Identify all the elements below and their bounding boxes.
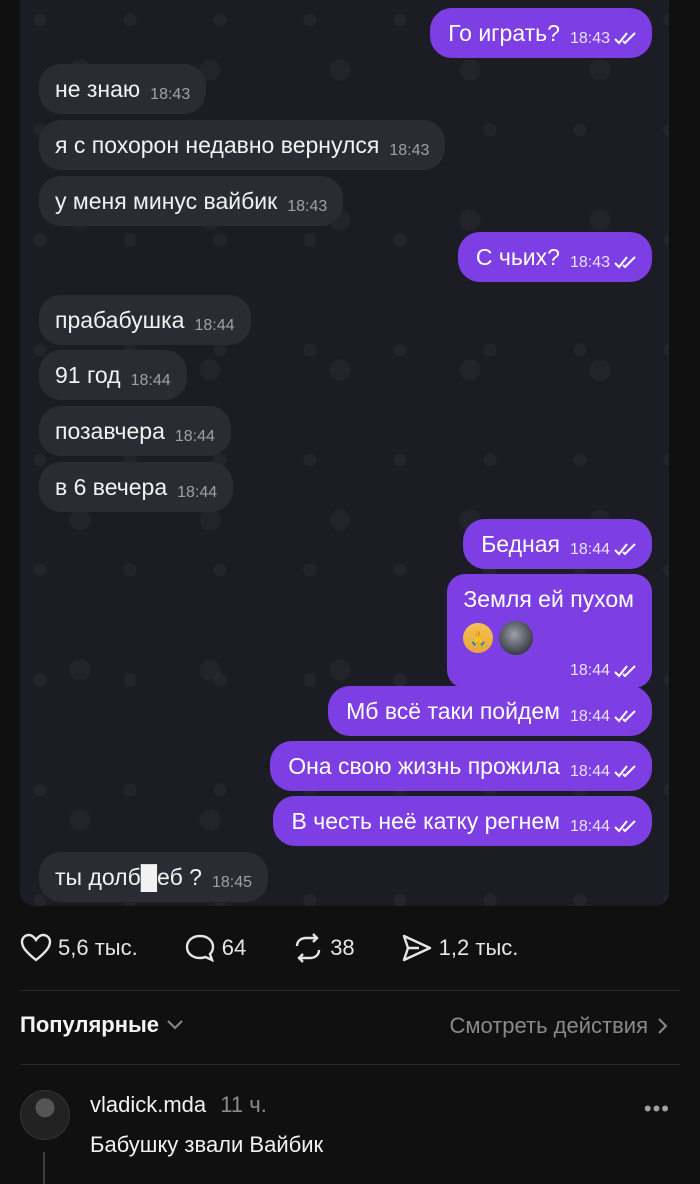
- comment-icon: [185, 934, 214, 963]
- message-text: Бедная: [481, 530, 560, 557]
- double-check-icon: [614, 819, 638, 833]
- message-outgoing: В честь неё катку регнем 18:44: [273, 796, 652, 846]
- message-text: В честь неё катку регнем: [291, 807, 560, 834]
- message-incoming: в 6 вечера 18:44: [39, 462, 234, 512]
- sort-label: Популярные: [20, 1012, 160, 1037]
- message-text: Она свою жизнь прожила: [288, 752, 560, 779]
- double-check-icon: [614, 255, 638, 269]
- message-time: 18:44: [174, 428, 215, 445]
- message-incoming: я с похорон недавно вернулся 18:43: [39, 120, 446, 170]
- comment-text: Бабушку звали Вайбик: [90, 1132, 324, 1157]
- post-actions-bar: 5,6 тыс. 64 38 1,2 тыс.: [20, 928, 564, 968]
- double-check-icon: [614, 709, 638, 723]
- like-button[interactable]: 5,6 тыс.: [20, 933, 138, 963]
- divider: [20, 1064, 680, 1065]
- message-time: 18:44: [569, 662, 610, 679]
- repost-icon: [295, 933, 321, 963]
- message-outgoing: Бедная 18:44: [463, 519, 652, 569]
- message-time: 18:45: [211, 874, 252, 891]
- message-outgoing: Го играть? 18:43: [430, 8, 652, 58]
- message-text: 91 год: [55, 361, 121, 388]
- message-outgoing: С чьих? 18:43: [457, 232, 652, 282]
- more-options-icon[interactable]: •••: [644, 1096, 670, 1122]
- message-incoming: не знаю 18:43: [39, 64, 207, 114]
- share-count: 1,2 тыс.: [438, 935, 519, 960]
- comment-time: 11 ч.: [220, 1092, 267, 1117]
- chat-screenshot: Го играть? 18:43 не знаю 18:43 я с похор…: [20, 0, 669, 906]
- message-time: 18:44: [569, 763, 610, 780]
- comment-count: 64: [221, 935, 247, 960]
- sticker-emoji-icon: [499, 621, 534, 655]
- like-count: 5,6 тыс.: [58, 935, 138, 960]
- repost-button[interactable]: 38: [292, 933, 355, 963]
- message-incoming: ты долб█еб ? 18:45: [39, 852, 268, 902]
- message-outgoing: Мб всё таки пойдем 18:44: [328, 686, 652, 736]
- comment-header: vladick.mda 11 ч.: [90, 1092, 267, 1118]
- see-actions-label: Смотреть действия: [449, 1013, 648, 1038]
- comment-button[interactable]: 64: [184, 933, 246, 963]
- message-incoming: у меня минус вайбик 18:43: [39, 176, 344, 226]
- message-text: позавчера: [55, 417, 165, 444]
- message-time: 18:44: [569, 541, 610, 558]
- message-text: Мб всё таки пойдем: [346, 697, 560, 724]
- comments-sort-dropdown[interactable]: Популярные: [20, 1012, 183, 1038]
- message-time: 18:44: [194, 317, 235, 334]
- message-text: в 6 вечера: [55, 473, 168, 500]
- message-time: 18:43: [569, 30, 610, 47]
- message-time: 18:43: [389, 142, 430, 159]
- heart-icon: [20, 933, 52, 962]
- message-time: 18:44: [569, 818, 610, 835]
- repost-count: 38: [330, 935, 355, 960]
- pray-emoji-icon: 🙏: [463, 623, 494, 653]
- message-time: 18:44: [569, 708, 610, 725]
- message-text: у меня минус вайбик: [55, 187, 278, 214]
- message-time: 18:44: [177, 484, 218, 501]
- message-time: 18:44: [130, 372, 171, 389]
- message-text: Го играть?: [448, 19, 560, 46]
- double-check-icon: [614, 542, 638, 556]
- double-check-icon: [614, 664, 638, 678]
- send-icon: [402, 934, 431, 962]
- message-incoming: 91 год 18:44: [39, 350, 187, 400]
- message-outgoing: Она свою жизнь прожила 18:44: [270, 741, 652, 791]
- message-incoming: прабабушка 18:44: [39, 295, 251, 345]
- see-actions-link[interactable]: Смотреть действия: [449, 1013, 668, 1039]
- message-time: 18:43: [150, 86, 191, 103]
- double-check-icon: [614, 764, 638, 778]
- message-incoming: позавчера 18:44: [39, 406, 231, 456]
- double-check-icon: [614, 31, 638, 45]
- message-text: С чьих?: [475, 243, 560, 270]
- message-text: я с похорон недавно вернулся: [55, 131, 380, 158]
- chevron-right-icon: [658, 1018, 668, 1034]
- share-button[interactable]: 1,2 тыс.: [401, 933, 519, 963]
- avatar[interactable]: [20, 1090, 70, 1140]
- comment-username[interactable]: vladick.mda: [90, 1092, 206, 1117]
- message-text: Земля ей пухом: [463, 586, 634, 612]
- chevron-down-icon: [167, 1020, 183, 1030]
- message-text: ты долб█еб ?: [55, 863, 202, 890]
- thread-line: [43, 1152, 45, 1184]
- message-time: 18:43: [287, 198, 328, 215]
- message-time: 18:43: [569, 254, 610, 271]
- message-text: не знаю: [55, 75, 141, 102]
- message-outgoing: Земля ей пухом 🙏 18:44: [447, 574, 652, 688]
- message-text: прабабушка: [55, 306, 185, 333]
- divider: [20, 990, 680, 991]
